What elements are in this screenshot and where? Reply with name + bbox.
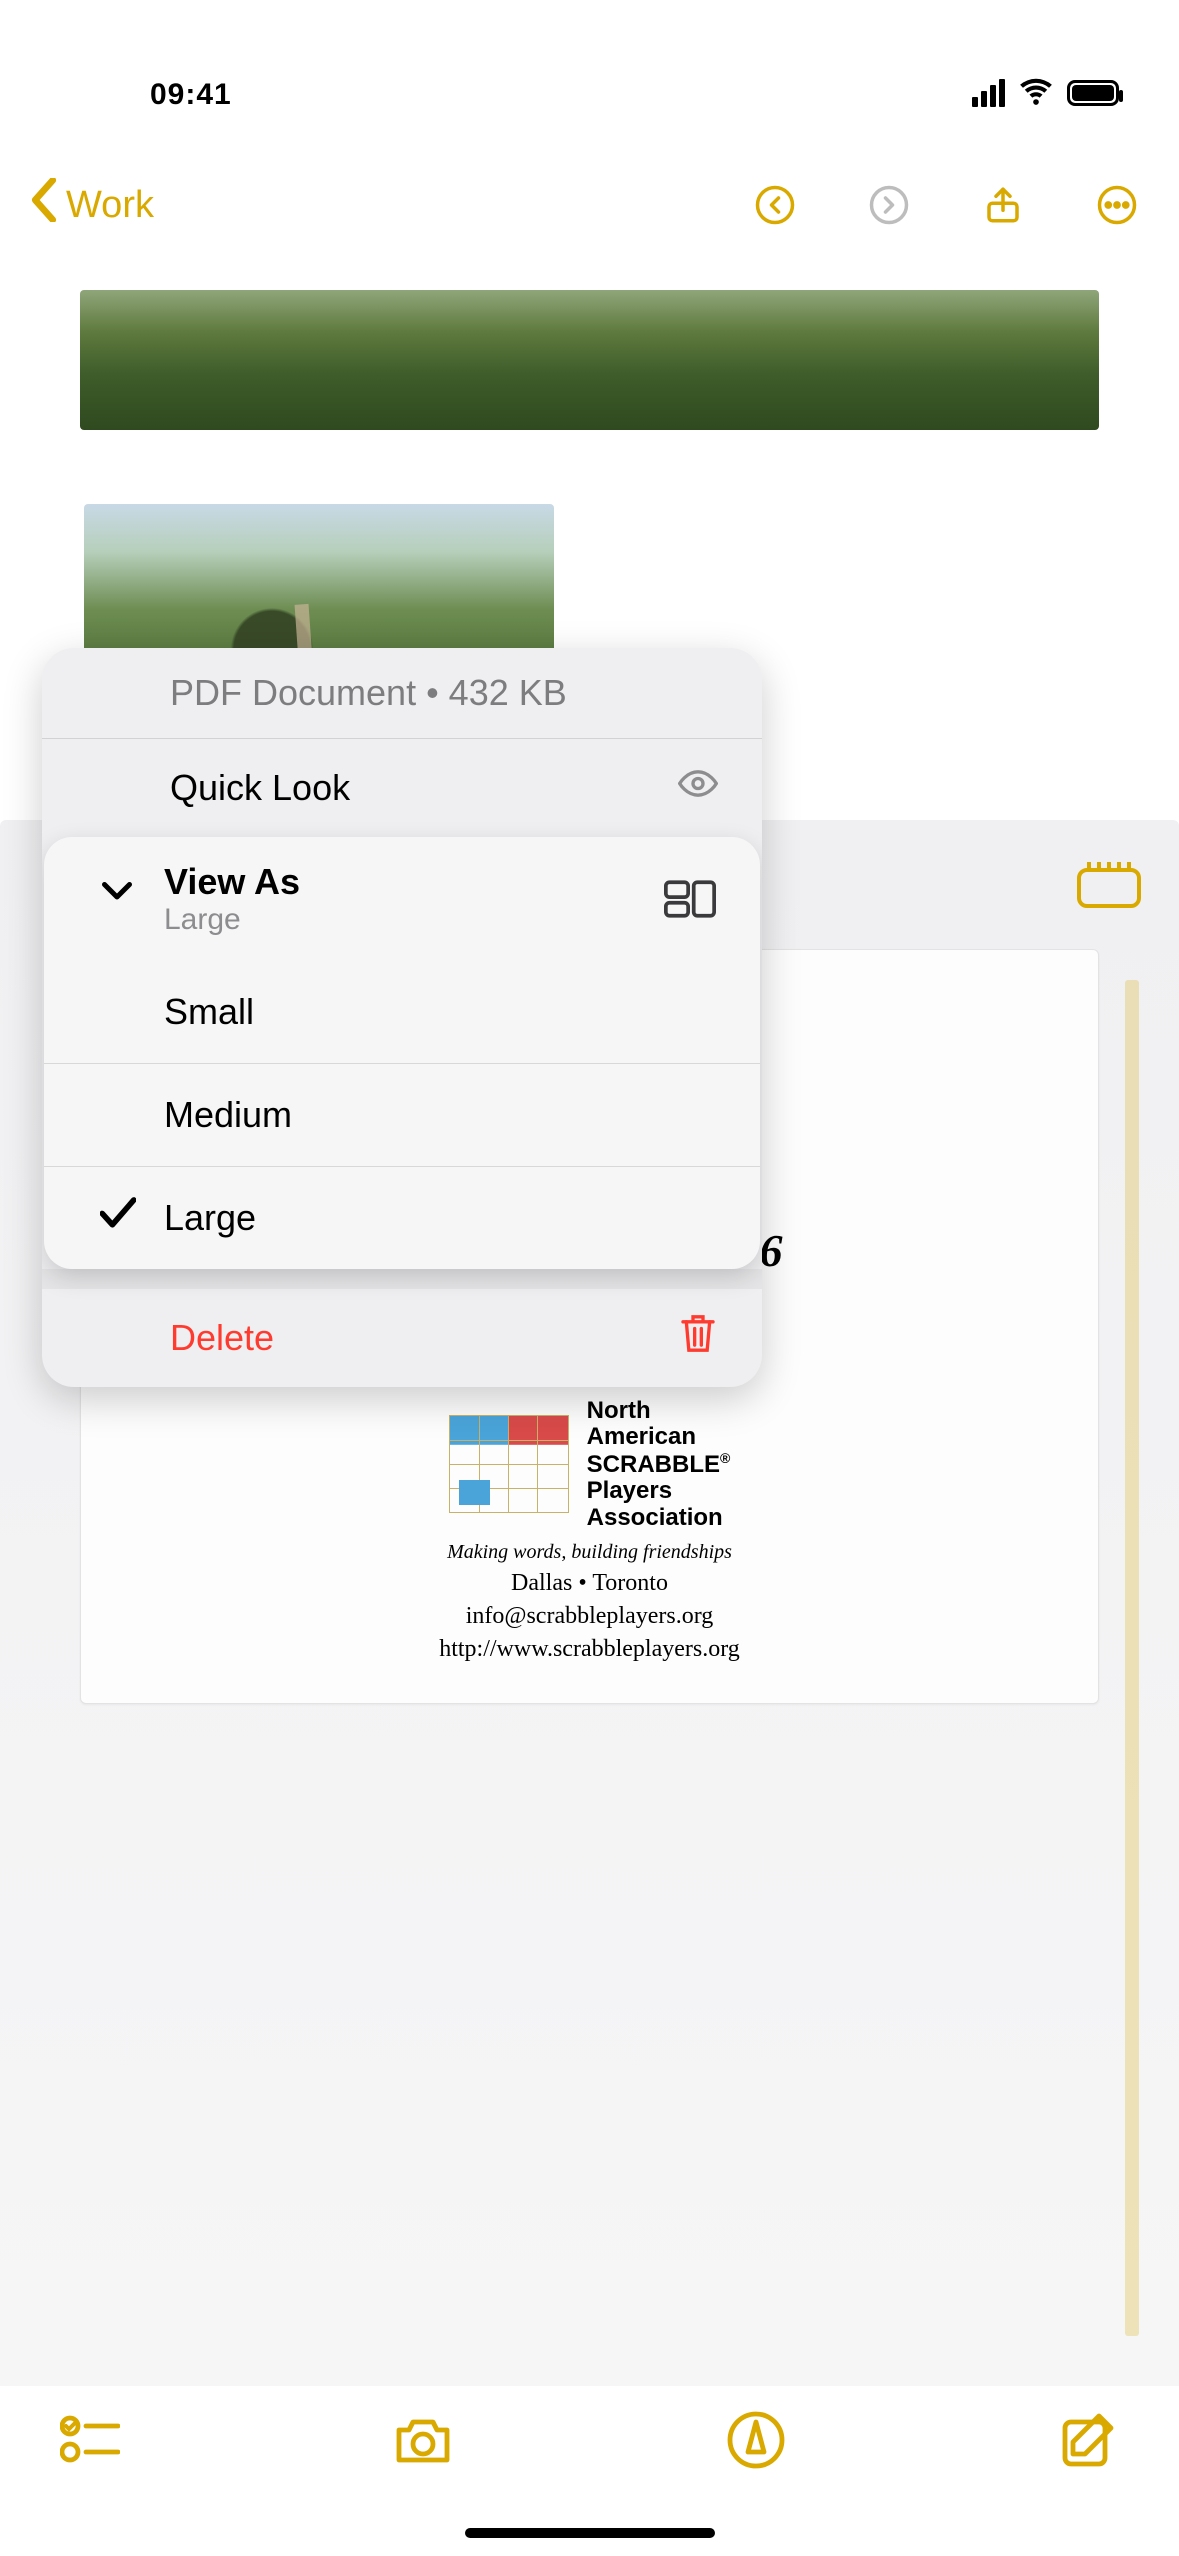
pdf-url: http://www.scrabbleplayers.org: [99, 1636, 1080, 1663]
more-button[interactable]: [1085, 173, 1149, 237]
back-label: Work: [66, 184, 154, 227]
trash-icon: [678, 1314, 718, 1363]
pdf-cities: Dallas • Toronto: [99, 1570, 1080, 1597]
menu-quick-look-label: Quick Look: [170, 767, 350, 809]
undo-button[interactable]: [743, 173, 807, 237]
share-button[interactable]: [971, 173, 1035, 237]
home-indicator: [465, 2528, 715, 2538]
status-bar: 09:41: [0, 0, 1179, 130]
view-option-medium-label: Medium: [164, 1094, 292, 1136]
menu-view-as[interactable]: View As Large: [44, 837, 760, 961]
view-option-large-label: Large: [164, 1197, 256, 1239]
note-content: nwl2020-new-booklet t on Changes Since 2…: [0, 290, 1179, 2556]
chevron-left-icon: [30, 178, 58, 232]
markup-button[interactable]: [726, 2410, 786, 2475]
menu-delete-label: Delete: [170, 1317, 274, 1359]
menu-meta: PDF Document • 432 KB: [170, 672, 567, 714]
inline-photo-large[interactable]: [80, 290, 1099, 430]
redo-button: [857, 173, 921, 237]
scroll-indicator: [1125, 980, 1139, 2336]
battery-icon: [1067, 80, 1119, 106]
view-as-title: View As: [164, 861, 712, 903]
menu-delete[interactable]: Delete: [42, 1289, 762, 1387]
camera-button[interactable]: [393, 2410, 453, 2475]
layout-icon: [664, 879, 716, 924]
view-as-submenu: View As Large Small Medium Large: [44, 837, 760, 1269]
pdf-tagline: Making words, building friendships: [99, 1541, 1080, 1564]
navigation-bar: Work: [0, 150, 1179, 260]
back-button[interactable]: Work: [30, 178, 154, 232]
view-option-medium[interactable]: Medium: [44, 1063, 760, 1166]
chevron-down-icon: [102, 877, 132, 912]
view-option-small[interactable]: Small: [44, 961, 760, 1063]
status-time: 09:41: [60, 78, 232, 112]
menu-quick-look[interactable]: Quick Look: [42, 738, 762, 837]
view-option-large[interactable]: Large: [44, 1166, 760, 1269]
checkmark-icon: [100, 1196, 136, 1241]
attachment-context-menu: PDF Document • 432 KB Quick Look View As…: [42, 648, 762, 1387]
view-as-current: Large: [164, 903, 712, 937]
cellular-icon: [972, 79, 1005, 107]
wifi-icon: [1019, 73, 1053, 112]
view-option-small-label: Small: [164, 991, 254, 1033]
compose-button[interactable]: [1059, 2410, 1119, 2475]
eye-icon: [678, 764, 718, 813]
keyboard-icon[interactable]: [1077, 860, 1141, 913]
checklist-button[interactable]: [60, 2410, 120, 2475]
naspa-name: North American SCRABBLE® Players Associa…: [587, 1398, 731, 1531]
menu-header: PDF Document • 432 KB: [42, 648, 762, 738]
naspa-logo-icon: [449, 1415, 569, 1513]
pdf-email: info@scrabbleplayers.org: [99, 1603, 1080, 1630]
status-indicators: [972, 73, 1119, 112]
bottom-toolbar: [0, 2386, 1179, 2556]
